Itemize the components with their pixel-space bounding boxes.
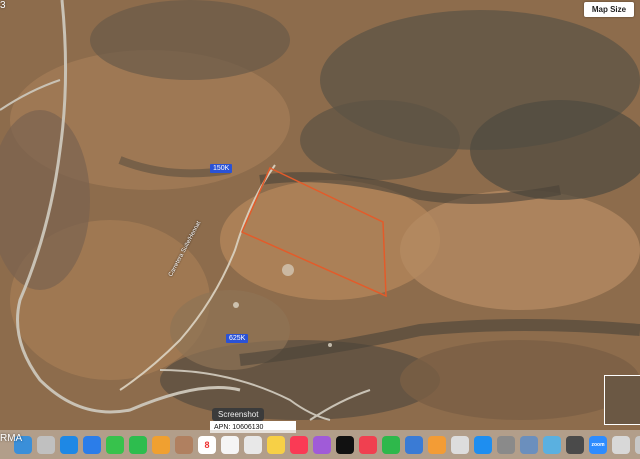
zoom-icon[interactable]: zoom bbox=[589, 435, 607, 454]
numbers-icon[interactable] bbox=[382, 435, 400, 454]
preview-icon[interactable] bbox=[520, 435, 538, 454]
price-badge[interactable]: 150K bbox=[210, 164, 233, 173]
calendar-icon[interactable]: 8 bbox=[198, 435, 216, 454]
downloads-icon[interactable] bbox=[612, 435, 630, 454]
news-icon[interactable] bbox=[359, 435, 377, 454]
podcasts-icon[interactable] bbox=[313, 435, 331, 454]
settings-icon[interactable] bbox=[497, 435, 515, 454]
keynote-icon[interactable] bbox=[405, 435, 423, 454]
notability-icon[interactable] bbox=[543, 435, 561, 454]
appstore-icon[interactable] bbox=[474, 435, 492, 454]
mail-icon[interactable] bbox=[83, 435, 101, 454]
price-badge[interactable]: 625K bbox=[226, 334, 249, 343]
map-corner-text-bottom: RMA bbox=[0, 433, 23, 444]
tv-icon[interactable] bbox=[336, 435, 354, 454]
monitor-icon[interactable] bbox=[566, 435, 584, 454]
satellite-map[interactable] bbox=[0, 0, 640, 459]
screenshot-tooltip: Screenshot bbox=[212, 408, 265, 421]
contacts-icon[interactable] bbox=[175, 435, 193, 454]
map-corner-text: 3 bbox=[0, 0, 6, 11]
facetime-icon[interactable] bbox=[129, 435, 147, 454]
pages-icon[interactable] bbox=[428, 435, 446, 454]
screenshot-icon[interactable] bbox=[244, 435, 262, 454]
safari-icon[interactable] bbox=[60, 435, 78, 454]
music-icon[interactable] bbox=[290, 435, 308, 454]
messages-icon[interactable] bbox=[106, 435, 124, 454]
dock: 8 zoom bbox=[0, 430, 640, 459]
trash-icon[interactable] bbox=[635, 435, 640, 454]
launchpad-icon[interactable] bbox=[37, 435, 55, 454]
map-size-button[interactable]: Map Size bbox=[584, 2, 634, 17]
notes-icon[interactable] bbox=[267, 435, 285, 454]
reminders-icon[interactable] bbox=[221, 435, 239, 454]
chrome-icon[interactable] bbox=[451, 435, 469, 454]
minimap[interactable] bbox=[604, 375, 640, 425]
photos-icon[interactable] bbox=[152, 435, 170, 454]
